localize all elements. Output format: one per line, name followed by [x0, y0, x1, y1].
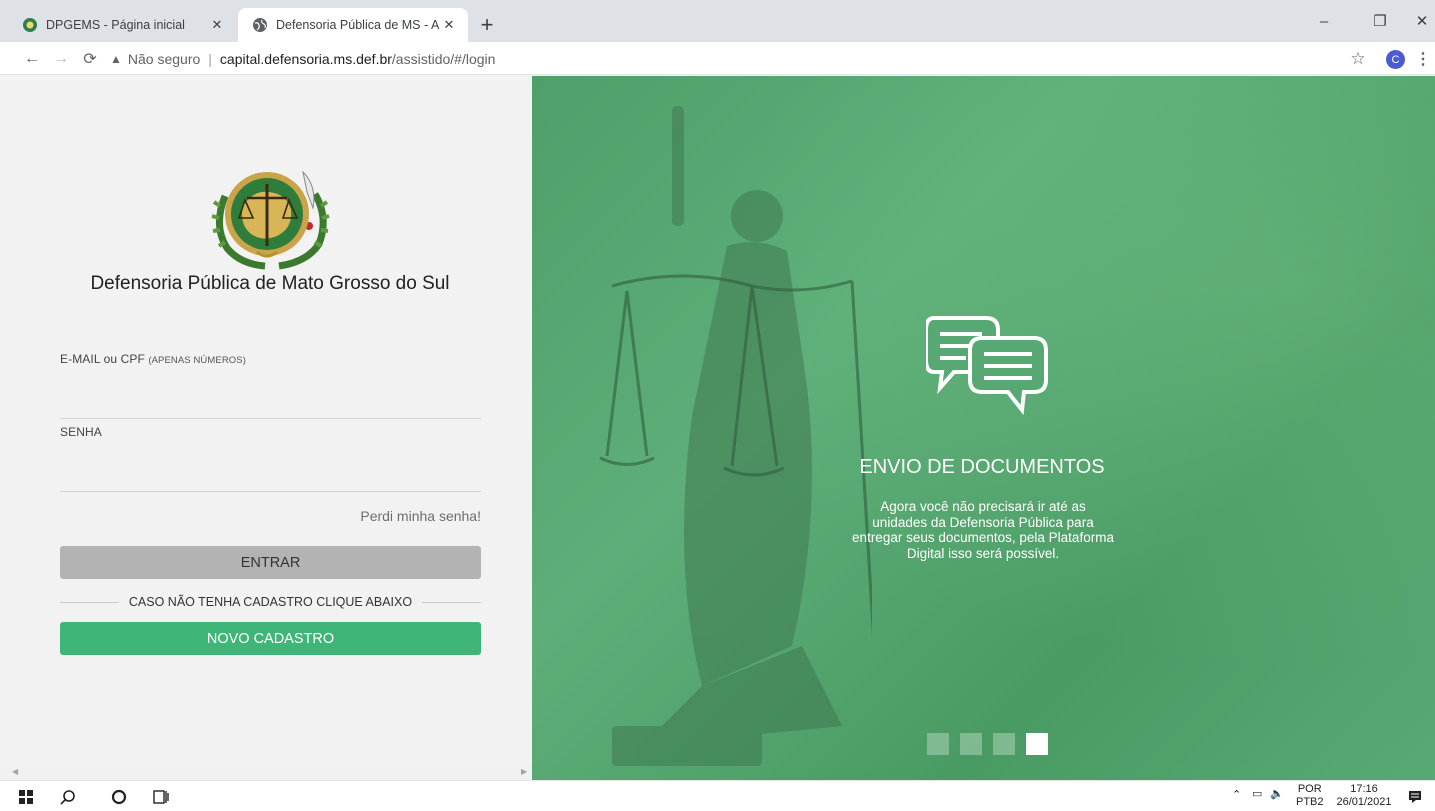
organization-name: Defensoria Pública de Mato Grosso do Sul — [90, 273, 450, 294]
email-label-text: E-MAIL ou CPF — [60, 352, 145, 366]
warning-triangle-icon: ▲ — [110, 52, 122, 66]
restore-icon[interactable]: ❐ — [1358, 8, 1402, 34]
security-label: Não seguro — [127, 51, 201, 67]
new-tab-button[interactable]: + — [474, 12, 500, 38]
tab-dpgems[interactable]: DPGEMS - Página inicial ✕ — [8, 8, 236, 42]
close-tab-icon[interactable]: ✕ — [208, 16, 226, 34]
divider-line-left — [60, 601, 119, 603]
notifications-icon[interactable] — [1404, 786, 1426, 808]
carousel-slide: ENVIO DE DOCUMENTOS Agora você não preci… — [532, 76, 1435, 780]
carousel-dot-active[interactable] — [1026, 733, 1048, 755]
email-cpf-input[interactable] — [60, 391, 481, 419]
register-divider: CASO NÃO TENHA CADASTRO CLIQUE ABAIXO — [60, 594, 481, 610]
tab-label: Defensoria Pública de MS - Ambi — [276, 18, 440, 32]
browser-menu-icon[interactable]: ⋮ — [1415, 48, 1431, 70]
windows-start-icon[interactable] — [15, 786, 37, 808]
horizontal-scrollbar[interactable]: ◀ ▶ — [0, 766, 532, 780]
tab-defensoria[interactable]: Defensoria Pública de MS - Ambi ✕ — [238, 8, 468, 42]
minimize-icon[interactable]: – — [1302, 8, 1346, 34]
profile-avatar[interactable]: C — [1386, 50, 1405, 69]
system-clock[interactable]: 17:16 26/01/2021 — [1334, 783, 1394, 809]
clock-date: 26/01/2021 — [1336, 796, 1392, 808]
volume-icon[interactable]: 🔈 — [1270, 787, 1284, 800]
language-code: POR — [1297, 783, 1322, 795]
email-label: E-MAIL ou CPF (APENAS NÚMEROS) — [60, 352, 246, 366]
defensoria-emblem-logo — [211, 170, 330, 270]
browser-tab-strip: DPGEMS - Página inicial ✕ Defensoria Púb… — [0, 0, 1435, 42]
forward-arrow-icon[interactable]: → — [49, 47, 73, 71]
task-view-icon[interactable] — [150, 786, 172, 808]
address-separator: | — [208, 51, 212, 67]
chat-bubbles-icon — [926, 316, 1048, 416]
password-input[interactable] — [60, 464, 481, 492]
divider-line-right — [422, 601, 481, 603]
carousel-dot[interactable] — [960, 733, 982, 755]
globe-icon — [252, 17, 268, 33]
scroll-left-arrow-icon[interactable]: ◀ — [12, 767, 18, 776]
carousel-dot[interactable] — [927, 733, 949, 755]
carousel-indicators — [927, 733, 1048, 755]
bookmark-star-icon[interactable]: ☆ — [1347, 48, 1369, 70]
carousel-dot[interactable] — [993, 733, 1015, 755]
enter-button[interactable]: ENTRAR — [60, 546, 481, 579]
battery-icon[interactable]: ▭ — [1252, 787, 1262, 800]
slide-description: Agora você não precisará ir até as unida… — [852, 499, 1114, 561]
register-hint-text: CASO NÃO TENHA CADASTRO CLIQUE ABAIXO — [128, 595, 413, 609]
language-indicator[interactable]: POR PTB2 — [1296, 783, 1324, 809]
tray-chevron-up-icon[interactable]: ⌃ — [1232, 788, 1241, 801]
keyboard-layout: PTB2 — [1296, 796, 1324, 808]
forgot-password-link[interactable]: Perdi minha senha! — [260, 508, 481, 524]
scroll-right-arrow-icon[interactable]: ▶ — [521, 767, 527, 776]
email-label-hint: (APENAS NÚMEROS) — [148, 355, 246, 366]
browser-toolbar: ← → ⟳ ▲ Não seguro | capital.defensoria.… — [0, 42, 1435, 75]
cortana-icon[interactable] — [108, 786, 130, 808]
dpgems-favicon-icon — [22, 17, 38, 33]
address-path: /assistido/#/login — [391, 51, 496, 67]
close-tab-icon[interactable]: ✕ — [440, 16, 458, 34]
search-icon[interactable] — [57, 786, 79, 808]
login-panel: Defensoria Pública de Mato Grosso do Sul… — [0, 76, 532, 780]
close-window-icon[interactable]: ✕ — [1400, 8, 1435, 34]
register-button[interactable]: NOVO CADASTRO — [60, 622, 481, 655]
back-arrow-icon[interactable]: ← — [20, 47, 44, 71]
clock-time: 17:16 — [1350, 783, 1378, 795]
tab-label: DPGEMS - Página inicial — [46, 18, 185, 32]
lady-justice-statue-image — [599, 106, 872, 766]
address-host: capital.defensoria.ms.def.br — [219, 51, 392, 67]
password-label: SENHA — [60, 425, 102, 439]
reload-icon[interactable]: ⟳ — [78, 47, 102, 71]
slide-title: ENVIO DE DOCUMENTOS — [859, 456, 1105, 478]
windows-taskbar: ⌃ ▭ 🔈 POR PTB2 17:16 26/01/2021 — [0, 780, 1435, 811]
address-bar[interactable]: ▲ Não seguro | capital.defensoria.ms.def… — [110, 46, 1370, 72]
